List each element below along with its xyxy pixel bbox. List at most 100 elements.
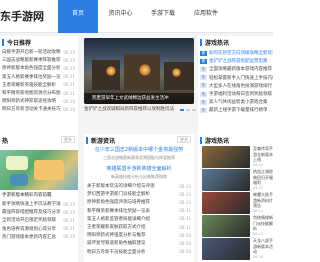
list-item[interactable]: 新如何在新空方向顶级攻略全新玩法介绍 <box>200 49 273 57</box>
list-item-title[interactable]: 原神新版本角色强度全面分析 <box>2 65 61 71</box>
more-button[interactable]: 更多 <box>61 136 75 143</box>
left2-feature-image[interactable] <box>0 150 78 190</box>
list-item[interactable]: 明日方舟新干员技能全面分析 06-10 <box>87 248 194 256</box>
thumbnail-title[interactable]: 神魔大陆手游新资料片预告 <box>253 192 273 209</box>
nav-news[interactable]: 资讯中心 <box>98 0 143 33</box>
list-item[interactable]: 王者荣耀新英雄技能全解析 06-11 <box>2 81 78 89</box>
list-item-title[interactable]: 最新上线手游下载量排行榜单 <box>209 107 273 113</box>
list-item-title[interactable]: 如何在新空方向顶级攻略全新玩法介绍 <box>209 50 273 56</box>
news-thumbnail-image[interactable] <box>202 238 250 260</box>
news-headline-2[interactable]: 英雄联盟手游新英雄全面解析 <box>84 165 194 172</box>
list-item-title[interactable]: 金铲铲之战阵容搭配运营思路 <box>209 58 273 64</box>
list-item-date: 06-11 <box>63 74 75 80</box>
title-bar-icon <box>200 38 202 46</box>
list-item[interactable]: 和平精英新赛季排位奖励一览表 06-11 <box>87 207 194 215</box>
list-item-title[interactable]: 梦幻西游手游新门派技能全解析 <box>87 191 177 197</box>
news-title: 新游资讯 <box>91 137 116 145</box>
thumbnail-title[interactable]: 至尊传奇手游全新版本上线 <box>253 146 273 163</box>
list-item[interactable]: 和平精英新地图资源点分布图 06-11 <box>2 89 78 97</box>
list-item[interactable]: 热手游福利活动每日签到奖励领取 <box>200 90 273 98</box>
list-item-title[interactable]: 崩坏星穹铁道新角色抽取建议 <box>87 240 177 246</box>
list-item-title[interactable]: 白鲸手游开启新一轮活动攻略 <box>2 49 61 55</box>
list-item[interactable]: 新金铲铲之战阵容搭配运营思路 <box>200 57 273 65</box>
list-item[interactable]: 第五人格新赛季排位奖励一览 06-11 <box>2 73 78 81</box>
carousel-dot[interactable] <box>192 109 196 111</box>
list-item-title[interactable]: 手游福利活动每日签到奖励领取 <box>209 91 273 97</box>
list-item-date: 06-11 <box>179 208 191 214</box>
hero-building <box>92 60 120 90</box>
nav-games[interactable]: 手游下载 <box>143 0 183 33</box>
news-thumbnail-image[interactable] <box>202 215 250 237</box>
list-item[interactable]: 角色培养资源规划心得分享 06-11 <box>2 225 78 233</box>
list-item[interactable]: 阴阳师新式神获取途径攻略 06-10 <box>2 97 78 105</box>
hero-subtitle[interactable]: 金铲铲之战双城棋局新阵容推荐以攻制胜玩法 <box>84 106 194 112</box>
list-item[interactable]: 关于新版本玩法的详细介绍与评测 06-12 <box>87 182 194 190</box>
list-item-title[interactable]: 高人气休闲益智类小游戏合集 <box>209 99 273 105</box>
list-item-title[interactable]: 全新活动开启限定奖励领取 <box>2 217 61 223</box>
list-item[interactable]: 阴阳师新式神强度分析与推荐 06-10 <box>87 231 194 239</box>
thumbnail-title[interactable]: 天龙八部手游新版本活动 <box>253 238 273 255</box>
nav-apps[interactable]: 应用软件 <box>183 0 229 33</box>
list-item-title[interactable]: 热门游戏版本更新内容汇总 <box>2 234 61 240</box>
list-item-title[interactable]: 阴阳师新式神强度分析与推荐 <box>87 232 177 238</box>
list-item[interactable]: 热全面攻略最新版本游戏内容推荐 <box>200 65 273 73</box>
list-item[interactable]: 梦幻西游手游新门派技能全解析 06-12 <box>87 190 194 198</box>
list-item[interactable]: 热门游戏版本更新内容汇总 06-10 <box>2 233 78 241</box>
news-thumbnail-image[interactable] <box>202 146 250 168</box>
list-item-title[interactable]: 关于新版本玩法的详细介绍与评测 <box>87 183 177 189</box>
hero-carousel-image[interactable]: 凯匿游早年上文武绒棉边获益发主活冲 <box>84 38 194 104</box>
news-headline-2-sub[interactable]: 新英雄技能分析与出装推荐指南 <box>84 174 194 180</box>
list-item[interactable]: 白鲸手游开启新一轮活动攻略 06-12 <box>2 48 78 56</box>
list-item-title[interactable]: 新手攻略快速上手玩法教学详解 <box>2 201 61 207</box>
list-item-title[interactable]: 第五人格新赛季排位奖励一览 <box>2 74 61 80</box>
list-item[interactable]: 热大型多人在线角色扮演游戏排行 <box>200 82 273 90</box>
list-item-title[interactable]: 第五人格新监管者技能详细介绍 <box>87 216 177 222</box>
list-item-title[interactable]: 三国志战略版新赛季阵容推荐 <box>2 57 61 63</box>
list-item[interactable]: 第五人格新监管者技能详细介绍 06-11 <box>87 215 194 223</box>
list-item-title[interactable]: 和平精英新赛季排位奖励一览表 <box>87 208 177 214</box>
list-item-title[interactable]: 轻松掌握新手入门快速上手技巧指南 <box>209 75 273 81</box>
nav-home[interactable]: 首页 <box>58 0 98 33</box>
news-headline[interactable]: 在少年三国志2新版本中哪个金将最强势 <box>84 146 194 153</box>
news-thumbnail-image[interactable] <box>202 192 250 214</box>
list-item[interactable]: 明日方舟新活动关卡通关技巧 06-10 <box>2 105 78 113</box>
list-item[interactable]: 王者荣耀新皮肤获取方式介绍 06-11 <box>87 223 194 231</box>
list-item-date: 06-10 <box>179 240 191 246</box>
list-item[interactable]: 原神新角色强度评测与培养推荐 06-12 <box>87 198 194 206</box>
list-item-title[interactable]: 王者荣耀新英雄技能全解析 <box>2 82 61 88</box>
list-item[interactable]: 热轻松掌握新手入门快速上手技巧指南 <box>200 74 273 82</box>
site-logo[interactable]: 东手游网 <box>0 8 44 24</box>
image-shape <box>10 174 28 186</box>
list-item[interactable]: 全新活动开启限定奖励领取 06-11 <box>2 216 78 224</box>
list-item-title[interactable]: 原神新角色强度评测与培养推荐 <box>87 199 177 205</box>
list-item[interactable]: 热最新上线手游下载量排行榜单 <box>200 106 273 114</box>
list-item-title[interactable]: 大型多人在线角色扮演游戏排行 <box>209 83 273 89</box>
carousel-dot[interactable] <box>186 109 190 111</box>
list-item-title[interactable]: 明日方舟新干员技能全面分析 <box>87 249 177 255</box>
list-item-title[interactable]: 和平精英新地图资源点分布图 <box>2 90 61 96</box>
list-item-title[interactable]: 王者荣耀新皮肤获取方式介绍 <box>87 224 177 230</box>
more-button[interactable]: 更多 <box>177 136 191 143</box>
carousel-dot[interactable] <box>180 109 184 111</box>
gamehot-list: 新如何在新空方向顶级攻略全新玩法介绍新金铲铲之战阵容搭配运营思路热全面攻略最新版… <box>198 49 273 115</box>
news-headline-sub[interactable]: 三国志战略版新赛季武将搭配与阵容推荐 <box>84 155 194 161</box>
list-item-title[interactable]: 明日方舟新活动关卡通关技巧 <box>2 106 61 112</box>
list-item[interactable]: 原神新版本角色强度全面分析 06-12 <box>2 64 78 72</box>
list-item-title[interactable]: 角色培养资源规划心得分享 <box>2 226 61 232</box>
list-item[interactable]: 新手攻略快速上手玩法教学详解 06-12 <box>2 200 78 208</box>
list-item-title[interactable]: 最强阵容搭配推荐及技巧分享 <box>2 209 61 215</box>
thumbnail-title[interactable]: 剑侠情缘新门派技能解析 <box>253 215 273 232</box>
thumbnail-date: 06-12 <box>253 163 264 167</box>
list-item-title[interactable]: 阴阳师新式神获取途径攻略 <box>2 98 61 104</box>
left2-caption[interactable]: 手游新版本精彩内容前瞻 <box>0 192 78 198</box>
thumbnail-title[interactable]: 热血江湖经典回归开服福利 <box>253 169 273 186</box>
list-item-title[interactable]: 全面攻略最新版本游戏内容推荐 <box>209 66 273 72</box>
list-item-date: 06-10 <box>179 232 191 238</box>
hot-badge-icon: 新 <box>200 50 207 56</box>
list-item[interactable]: 三国志战略版新赛季阵容推荐 06-12 <box>2 56 78 64</box>
list-item[interactable]: 热高人气休闲益智类小游戏合集 <box>200 98 273 106</box>
news-thumbnail-image[interactable] <box>202 169 250 191</box>
hero-caption[interactable]: 凯匿游早年上文武绒棉边获益发主活冲 <box>84 93 194 104</box>
list-item[interactable]: 崩坏星穹铁道新角色抽取建议 06-10 <box>87 239 194 247</box>
list-item[interactable]: 最强阵容搭配推荐及技巧分享 06-12 <box>2 208 78 216</box>
